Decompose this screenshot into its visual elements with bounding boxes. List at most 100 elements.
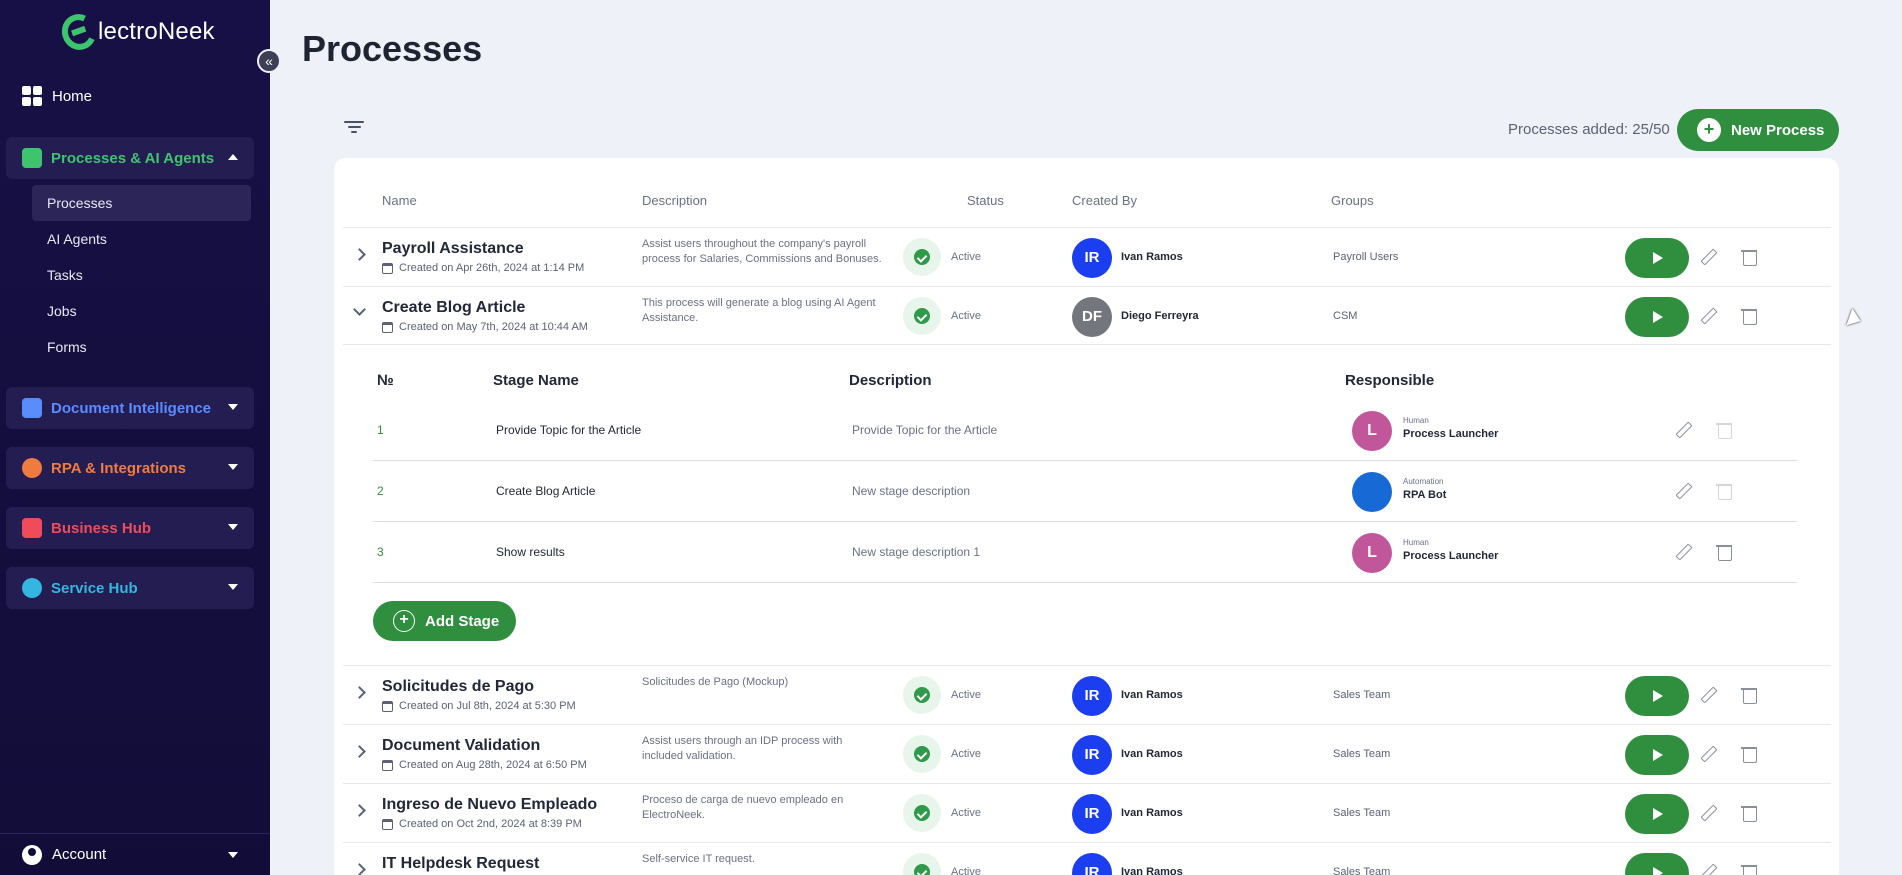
column-header-name[interactable]: Name	[382, 193, 417, 208]
edit-pencil-icon[interactable]	[1699, 804, 1717, 822]
chevron-right-icon[interactable]	[353, 745, 366, 758]
group-name: Payroll Users	[1333, 251, 1399, 263]
edit-pencil-icon[interactable]	[1674, 543, 1692, 561]
delete-trash-icon[interactable]	[1741, 686, 1757, 704]
add-stage-button[interactable]: + Add Stage	[373, 601, 516, 641]
creator-name: Ivan Ramos	[1121, 251, 1183, 263]
edit-pencil-icon[interactable]	[1699, 686, 1717, 704]
stage-column-responsible: Responsible	[1345, 372, 1435, 389]
run-button[interactable]	[1625, 238, 1689, 278]
process-name: Create Blog Article	[382, 299, 526, 316]
stages-panel: № Stage Name Description Responsible 1 P…	[343, 344, 1831, 664]
sidebar: lectroNeek Home Processes & AI Agents Pr…	[0, 0, 270, 875]
status-check-icon	[903, 676, 941, 714]
edit-pencil-icon[interactable]	[1699, 307, 1717, 325]
run-button[interactable]	[1625, 794, 1689, 834]
created-date: Created on Apr 26th, 2024 at 1:14 PM	[399, 262, 585, 274]
filter-icon[interactable]	[344, 121, 364, 135]
responsible-name: RPA Bot	[1403, 489, 1447, 501]
account-label: Account	[52, 846, 107, 863]
chevron-right-icon[interactable]	[353, 863, 366, 875]
column-header-groups: Groups	[1331, 193, 1374, 208]
group-name: Sales Team	[1333, 807, 1391, 819]
account-menu[interactable]: Account	[0, 833, 270, 875]
sidebar-section-processes[interactable]: Processes & AI Agents	[6, 137, 254, 179]
process-created: Created on May 7th, 2024 at 10:44 AM	[382, 321, 588, 333]
sidebar-item-jobs[interactable]: Jobs	[32, 293, 251, 329]
edit-pencil-icon[interactable]	[1674, 421, 1692, 439]
business-list-icon	[22, 518, 42, 538]
sidebar-item-processes[interactable]: Processes	[32, 185, 251, 221]
delete-trash-icon	[1716, 421, 1732, 439]
chevron-right-icon[interactable]	[353, 804, 366, 817]
responsible-name: Process Launcher	[1403, 550, 1499, 562]
created-date: Created on Jul 8th, 2024 at 5:30 PM	[399, 700, 576, 712]
avatar: IR	[1072, 853, 1112, 875]
sidebar-section-document-intelligence[interactable]: Document Intelligence	[6, 387, 254, 429]
run-button[interactable]	[1625, 853, 1689, 875]
table-row[interactable]: Payroll Assistance Created on Apr 26th, …	[343, 227, 1831, 286]
sidebar-section-service-hub[interactable]: Service Hub	[6, 567, 254, 609]
status-text: Active	[951, 866, 981, 875]
sidebar-item-label: Home	[52, 87, 93, 105]
caret-down-icon	[228, 464, 238, 470]
stage-description: New stage description 1	[852, 545, 981, 559]
creator-name: Ivan Ramos	[1121, 866, 1183, 875]
edit-pencil-icon[interactable]	[1699, 745, 1717, 763]
sidebar-section-business-hub[interactable]: Business Hub	[6, 507, 254, 549]
sidebar-item-tasks[interactable]: Tasks	[32, 257, 251, 293]
sidebar-item-home[interactable]: Home	[22, 86, 92, 106]
gear-icon	[22, 458, 42, 478]
stage-row: 3 Show results New stage description 1 L…	[373, 522, 1797, 583]
delete-trash-icon[interactable]	[1741, 248, 1757, 266]
edit-pencil-icon[interactable]	[1674, 482, 1692, 500]
caret-down-icon	[228, 852, 238, 858]
table-row[interactable]: IT Helpdesk Request Self-service IT requ…	[343, 842, 1831, 875]
chevron-down-icon[interactable]	[353, 303, 366, 316]
chevron-right-icon[interactable]	[353, 686, 366, 699]
responsible-role: Human	[1403, 416, 1429, 425]
edit-pencil-icon[interactable]	[1699, 863, 1717, 875]
stage-number: 2	[377, 484, 384, 498]
delete-trash-icon[interactable]	[1741, 804, 1757, 822]
document-icon	[22, 398, 42, 418]
new-process-button[interactable]: + New Process	[1677, 109, 1839, 151]
run-button[interactable]	[1625, 735, 1689, 775]
group-name: CSM	[1333, 310, 1358, 322]
creator-name: Diego Ferreyra	[1121, 310, 1199, 322]
stage-column-description: Description	[849, 372, 932, 389]
avatar: DF	[1072, 297, 1112, 337]
collapse-sidebar-button[interactable]: «	[257, 49, 281, 73]
group-name: Sales Team	[1333, 866, 1391, 875]
process-name: Solicitudes de Pago	[382, 678, 535, 695]
stage-description: Provide Topic for the Article	[852, 423, 998, 437]
edit-pencil-icon[interactable]	[1699, 248, 1717, 266]
process-created: Created on Apr 26th, 2024 at 1:14 PM	[382, 262, 584, 274]
created-date: Created on May 7th, 2024 at 10:44 AM	[399, 321, 588, 333]
run-button[interactable]	[1625, 676, 1689, 716]
status-text: Active	[951, 807, 981, 819]
logo-text: lectroNeek	[98, 18, 215, 45]
table-row[interactable]: Ingreso de Nuevo Empleado Created on Oct…	[343, 783, 1831, 842]
delete-trash-icon[interactable]	[1716, 543, 1732, 561]
table-row[interactable]: Document Validation Created on Aug 28th,…	[343, 724, 1831, 783]
status-text: Active	[951, 251, 981, 263]
caret-down-icon	[228, 404, 238, 410]
chevron-right-icon[interactable]	[353, 248, 366, 261]
sidebar-item-ai-agents[interactable]: AI Agents	[32, 221, 251, 257]
delete-trash-icon[interactable]	[1741, 745, 1757, 763]
stage-column-name: Stage Name	[493, 372, 579, 389]
column-header-created-by[interactable]: Created By	[1072, 193, 1137, 208]
table-row[interactable]: Create Blog Article Created on May 7th, …	[343, 286, 1831, 345]
table-row[interactable]: Solicitudes de Pago Created on Jul 8th, …	[343, 665, 1831, 724]
delete-trash-icon[interactable]	[1741, 863, 1757, 875]
electroneek-logo[interactable]: lectroNeek	[56, 9, 215, 55]
process-description: Self-service IT request.	[642, 853, 755, 865]
sidebar-section-rpa[interactable]: RPA & Integrations	[6, 447, 254, 489]
process-name: IT Helpdesk Request	[382, 855, 540, 872]
delete-trash-icon	[1716, 482, 1732, 500]
delete-trash-icon[interactable]	[1741, 307, 1757, 325]
sidebar-item-forms[interactable]: Forms	[32, 329, 251, 365]
run-button[interactable]	[1625, 297, 1689, 337]
column-header-status[interactable]: Status	[967, 193, 1004, 208]
